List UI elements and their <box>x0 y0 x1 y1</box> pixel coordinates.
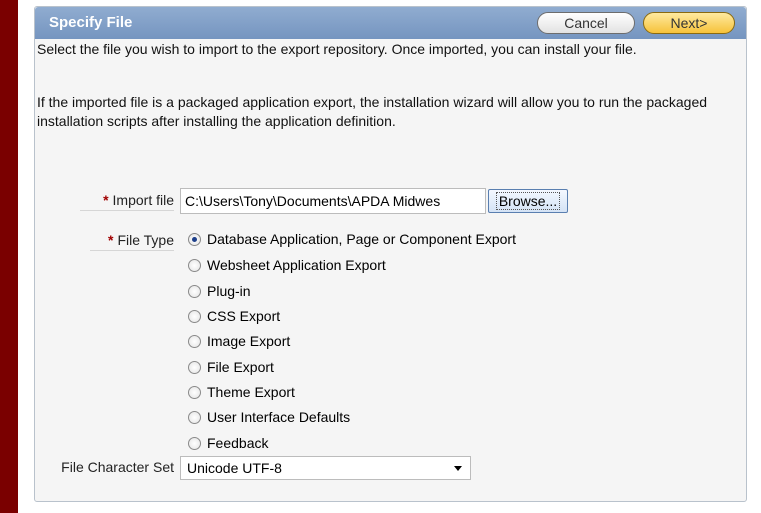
radio-css-export[interactable]: CSS Export <box>188 306 280 326</box>
radio-button-icon[interactable] <box>188 334 201 348</box>
radio-button-icon[interactable] <box>188 360 201 374</box>
instruction-text-2: If the imported file is a packaged appli… <box>37 94 708 129</box>
charset-label: File Character Set <box>61 459 174 475</box>
charset-select[interactable]: Unicode UTF-8 <box>180 456 471 480</box>
region-title: Specify File <box>49 14 133 31</box>
region-header: Specify File Cancel Next> <box>35 7 746 39</box>
radio-feedback[interactable]: Feedback <box>188 433 268 453</box>
radio-user-interface-defaults[interactable]: User Interface Defaults <box>188 407 350 427</box>
radio-button-icon[interactable] <box>188 309 201 323</box>
radio-file-export[interactable]: File Export <box>188 357 274 377</box>
radio-database-application[interactable]: Database Application, Page or Component … <box>188 229 516 249</box>
radio-button-icon[interactable] <box>188 385 201 399</box>
instruction-text-1: Select the file you wish to import to th… <box>37 41 637 57</box>
radio-websheet-application[interactable]: Websheet Application Export <box>188 255 386 275</box>
file-type-label: * File Type <box>90 232 174 251</box>
required-marker: * <box>103 192 109 208</box>
radio-theme-export[interactable]: Theme Export <box>188 382 295 402</box>
specify-file-region: Specify File Cancel Next> <box>34 6 747 502</box>
next-button[interactable]: Next> <box>643 12 735 34</box>
radio-button-icon[interactable] <box>188 436 201 450</box>
chevron-down-icon <box>454 466 462 471</box>
radio-button-icon[interactable] <box>188 258 201 272</box>
radio-button-icon[interactable] <box>188 232 201 246</box>
import-file-label: * Import file <box>80 192 174 211</box>
page: Specify File Cancel Next> Select the fil… <box>18 0 761 513</box>
radio-image-export[interactable]: Image Export <box>188 331 290 351</box>
browse-button[interactable]: Browse... <box>488 189 568 213</box>
cancel-button[interactable]: Cancel <box>537 12 635 34</box>
radio-button-icon[interactable] <box>188 410 201 424</box>
radio-plug-in[interactable]: Plug-in <box>188 281 251 301</box>
radio-button-icon[interactable] <box>188 284 201 298</box>
required-marker: * <box>108 232 114 248</box>
import-file-field[interactable]: C:\Users\Tony\Documents\APDA Midwes <box>180 188 486 214</box>
